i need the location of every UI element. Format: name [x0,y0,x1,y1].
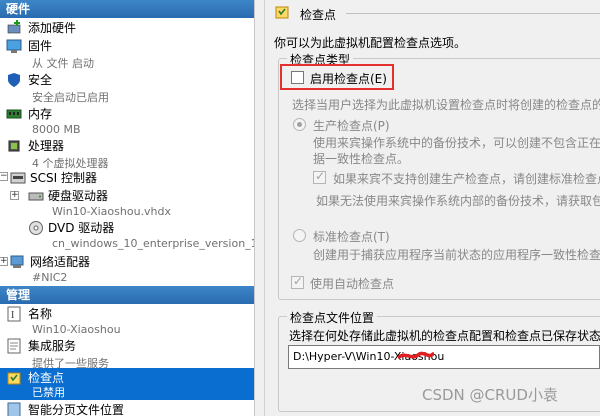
tree-item-hard-drive[interactable]: + 硬盘驱动器 Win10-Xiaoshou.vhdx [0,186,254,222]
memory-icon [6,106,22,122]
panel-header: 检查点 [274,0,600,28]
smart-paging-icon [6,402,22,416]
tree-item-label: 安全 [28,73,53,87]
checkmark-icon: ✓ [315,169,326,183]
choose-type-text: 选择当用户选择为此虚拟机设置检查点时将创建的检查点的 [292,98,600,112]
fallback-standard-checkbox[interactable]: ✓ [313,169,326,184]
tree-item-label: DVD 驱动器 [48,221,115,235]
tree-item-integration-services[interactable]: 集成服务 提供了一些服务 [0,336,254,372]
tree-item-label: SCSI 控制器 [30,171,97,185]
management-section-header: 管理 [0,286,254,304]
standard-desc: 创建用于捕获应用程序当前状态的应用程序一致性检查 [313,248,600,262]
redaction-scribble [398,351,434,359]
tree-item-scsi-controller[interactable]: − SCSI 控制器 [0,168,254,186]
production-checkpoint-label[interactable]: 生产检查点(P) [313,117,390,134]
tree-item-label: 固件 [28,39,53,53]
name-icon: I [6,306,22,322]
location-description: 选择在何处存储此虚拟机的检查点配置和检查点已保存状态 [289,329,600,343]
dvd-icon [28,220,44,236]
hardware-section-header: 硬件 [0,0,254,18]
production-desc-line1: 使用来宾操作系统中的备份技术，可以创建不包含正在 [313,136,600,150]
tree-item-value: #NIC2 [32,271,68,284]
tree-item-dvd-drive[interactable]: DVD 驱动器 cn_windows_10_enterprise_version… [0,218,255,254]
tree-item-value: 安全启动已启用 [32,91,109,104]
tree-item-value: Win10-Xiaoshou.vhdx [52,205,172,218]
page-title: 检查点 [300,8,337,22]
svg-text:I: I [11,310,14,321]
auto-checkpoints-label[interactable]: 使用自动检查点 [310,275,394,292]
standard-checkpoint-label[interactable]: 标准检查点(T) [313,228,390,245]
pane-divider[interactable] [264,0,270,416]
checkpoint-icon [6,370,22,386]
checkpoint-icon [274,4,290,20]
tree-item-network-adapter[interactable]: + 网络适配器 #NIC2 [0,252,254,288]
expand-icon[interactable]: + [10,191,19,200]
checkpoint-path-input[interactable]: D:\Hyper-V\Win10-Xiaoshou [288,345,600,369]
firmware-icon [6,38,22,54]
fallback-standard-label[interactable]: 如果来宾不支持创建生产检查点，请创建标准检查点 [333,170,600,187]
tree-item-firmware[interactable]: 固件 从 文件 启动 [0,36,254,72]
tree-item-memory[interactable]: 内存 8000 MB [0,104,254,140]
tree-item-label: 处理器 [28,139,65,153]
auto-checkpoints-checkbox[interactable]: ✓ [291,274,304,289]
radio-dot [297,122,302,127]
tree-item-value: cn_windows_10_enterprise_version_1... [52,237,255,250]
watermark: CSDN @CRUD小袁 [422,386,558,404]
tree-item-value: Win10-Xiaoshou [32,323,121,336]
tree-item-label: 智能分页文件位置 [28,403,125,416]
integration-services-icon [6,338,22,354]
collapse-icon[interactable]: − [0,172,8,181]
tree-item-value: 8000 MB [32,123,81,136]
tree-item-label: 网络适配器 [30,255,91,269]
panel-description: 你可以为此虚拟机配置检查点选项。 [274,36,467,50]
tree-item-processor[interactable]: 处理器 4 个虚拟处理器 [0,136,254,172]
checkmark-icon: ✓ [293,274,304,288]
tree-item-label: 集成服务 [28,339,77,353]
highlight-box [280,64,394,90]
network-adapter-icon [10,254,26,270]
settings-tree: 硬件 添加硬件 固件 从 文件 启动 安全 安全启动已启用 内存 8000 MB… [0,0,255,416]
tree-item-value: 从 文件 启动 [32,57,94,70]
add-hardware-icon [6,20,22,36]
header-divider [346,13,600,14]
production-checkpoint-radio[interactable] [293,118,306,131]
tree-item-checkpoints[interactable]: 检查点 已禁用 [0,368,254,400]
tree-item-label: 名称 [28,307,53,321]
tree-item-name[interactable]: I 名称 Win10-Xiaoshou [0,304,254,340]
tree-item-label: 内存 [28,107,53,121]
scsi-controller-icon [10,170,26,186]
processor-icon [6,138,22,154]
hard-drive-icon [28,188,44,204]
tree-item-label: 硬盘驱动器 [48,189,109,203]
shield-icon [6,72,22,88]
standard-checkpoint-radio[interactable] [293,229,306,242]
production-desc-line2: 据一致性检查点。 [313,152,410,166]
tree-item-label: 添加硬件 [28,21,77,35]
tree-item-smart-paging[interactable]: 智能分页文件位置 [0,400,254,416]
fallback-desc: 如果无法使用来宾操作系统内部的备份技术，请获取包 [316,194,600,208]
group-title: 检查点文件位置 [287,309,378,326]
expand-icon[interactable]: + [0,257,8,266]
tree-item-add-hardware[interactable]: 添加硬件 [0,18,254,36]
tree-item-security[interactable]: 安全 安全启动已启用 [0,70,254,106]
tree-item-value: 已禁用 [32,386,65,399]
